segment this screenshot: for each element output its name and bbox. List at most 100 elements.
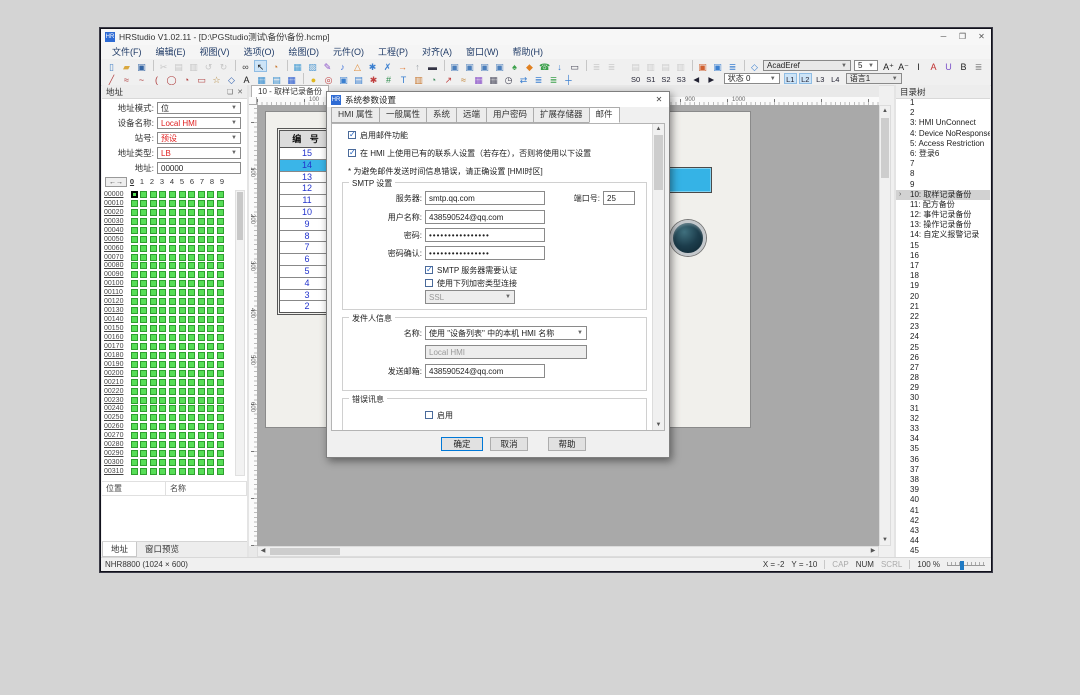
rect-element[interactable] (667, 167, 712, 193)
panel-tab-0[interactable]: 地址 (102, 542, 137, 557)
address-bit-cell[interactable] (150, 370, 157, 377)
tree-item-38[interactable]: 38 (896, 475, 990, 485)
address-bit-cell[interactable] (179, 280, 186, 287)
menu-item-0[interactable]: 文件(F) (105, 45, 149, 59)
address-bit-cell[interactable] (131, 432, 138, 439)
address-bit-cell[interactable] (169, 388, 176, 395)
address-bit-cell[interactable] (217, 352, 224, 359)
ok-button[interactable]: 确定 (441, 437, 483, 451)
state-combo[interactable]: 状态 0▼ (724, 73, 780, 84)
address-row-label[interactable]: 00130 (102, 307, 128, 314)
address-bit-cell[interactable] (140, 414, 147, 421)
address-bit-cell[interactable] (198, 459, 205, 466)
address-bit-cell[interactable] (217, 209, 224, 216)
address-bit-cell[interactable] (140, 236, 147, 243)
error-enable-checkbox[interactable] (425, 411, 433, 419)
menu-item-5[interactable]: 元件(O) (326, 45, 371, 59)
address-bit-cell[interactable] (169, 289, 176, 296)
address-bit-cell[interactable] (217, 343, 224, 350)
address-bit-cell[interactable] (217, 441, 224, 448)
bit-lamp-icon[interactable]: ● (307, 73, 320, 85)
address-bit-cell[interactable] (169, 254, 176, 261)
address-bit-cell[interactable] (217, 191, 224, 198)
address-bit-cell[interactable] (217, 307, 224, 314)
address-bit-cell[interactable] (131, 414, 138, 421)
gallery-icon[interactable]: ▨ (306, 60, 319, 72)
tree-item-8[interactable]: 8 (896, 169, 990, 179)
address-grid-scrollbar[interactable] (235, 190, 245, 476)
meter-icon[interactable]: ◔ (427, 73, 440, 85)
address-bit-cell[interactable] (169, 245, 176, 252)
address-bit-cell[interactable] (179, 388, 186, 395)
address-bit-cell[interactable] (207, 298, 214, 305)
address-bit-cell[interactable] (150, 191, 157, 198)
scroll-up-icon[interactable]: ▲ (880, 106, 890, 116)
address-bit-cell[interactable] (169, 423, 176, 430)
tree-item-12[interactable]: 12: 事件记录备份 (896, 210, 990, 220)
address-bit-cell[interactable] (188, 361, 195, 368)
word-switch-icon[interactable]: ▤ (352, 73, 365, 85)
address-bit-cell[interactable] (198, 227, 205, 234)
address-bit-cell[interactable] (217, 370, 224, 377)
address-bit-cell[interactable] (131, 316, 138, 323)
address-bit-cell[interactable] (159, 441, 166, 448)
address-row-label[interactable]: 00090 (102, 271, 128, 278)
picture-tool-icon[interactable]: ▦ (255, 73, 268, 85)
table-tool-icon[interactable]: ▦ (285, 73, 298, 85)
address-bit-cell[interactable] (198, 209, 205, 216)
tree-item-3[interactable]: 3: HMI UnConnect (896, 118, 990, 128)
scroll-down-icon[interactable]: ▼ (653, 420, 664, 430)
address-bit-cell[interactable] (131, 405, 138, 412)
menu-item-8[interactable]: 窗口(W) (459, 45, 506, 59)
address-bit-cell[interactable] (150, 245, 157, 252)
address-bit-cell[interactable] (169, 370, 176, 377)
address-bit-cell[interactable] (179, 191, 186, 198)
address-row-label[interactable]: 00040 (102, 227, 128, 234)
close-panel-icon[interactable]: ✕ (237, 88, 243, 96)
password-input[interactable]: •••••••••••••••• (425, 228, 545, 242)
address-bit-cell[interactable] (140, 423, 147, 430)
use-contacts-checkbox[interactable] (348, 149, 356, 157)
language-combo[interactable]: 语言1▼ (846, 73, 902, 84)
function-switch-icon[interactable]: ✱ (367, 73, 380, 85)
address-bit-cell[interactable] (131, 370, 138, 377)
address-bit-cell[interactable] (198, 316, 205, 323)
address-bit-cell[interactable] (188, 218, 195, 225)
address-bit-cell[interactable] (207, 397, 214, 404)
settings-gear-icon[interactable]: ✱ (366, 60, 379, 72)
address-bit-cell[interactable] (140, 254, 147, 261)
address-bit-cell[interactable] (159, 397, 166, 404)
address-bit-cell[interactable] (188, 450, 195, 457)
address-bit-cell[interactable] (207, 245, 214, 252)
address-bit-cell[interactable] (217, 254, 224, 261)
address-bit-cell[interactable] (140, 370, 147, 377)
window-new-icon[interactable]: ▣ (463, 60, 476, 72)
address-bit-cell[interactable] (198, 423, 205, 430)
state-button-s2[interactable]: S2 (659, 73, 672, 84)
address-bit-cell[interactable] (159, 227, 166, 234)
address-bit-cell[interactable] (169, 325, 176, 332)
arrow-next-icon[interactable]: → (396, 60, 409, 72)
address-bit-cell[interactable] (188, 245, 195, 252)
scrollbar-thumb[interactable] (881, 118, 889, 178)
address-bit-cell[interactable] (217, 262, 224, 269)
address-bit-cell[interactable] (159, 218, 166, 225)
address-bit-cell[interactable] (159, 280, 166, 287)
address-bit-cell[interactable] (150, 218, 157, 225)
address-bit-cell[interactable] (159, 361, 166, 368)
address-bit-cell[interactable] (131, 397, 138, 404)
address-bit-cell[interactable] (198, 262, 205, 269)
alarm-bar-icon[interactable]: ≈ (457, 73, 470, 85)
trend-chart-icon[interactable]: ↗ (442, 73, 455, 85)
address-bit-cell[interactable] (169, 334, 176, 341)
address-bit-cell[interactable] (198, 343, 205, 350)
address-bit-cell[interactable] (150, 459, 157, 466)
address-bit-cell[interactable] (188, 280, 195, 287)
address-bit-cell[interactable] (131, 379, 138, 386)
address-row-label[interactable]: 00300 (102, 459, 128, 466)
address-bit-cell[interactable] (179, 352, 186, 359)
star-tool-icon[interactable]: ☆ (210, 73, 223, 85)
address-row-label[interactable]: 00150 (102, 325, 128, 332)
rotate-tool-icon[interactable]: ◔ (269, 60, 282, 72)
address-bit-cell[interactable] (207, 200, 214, 207)
